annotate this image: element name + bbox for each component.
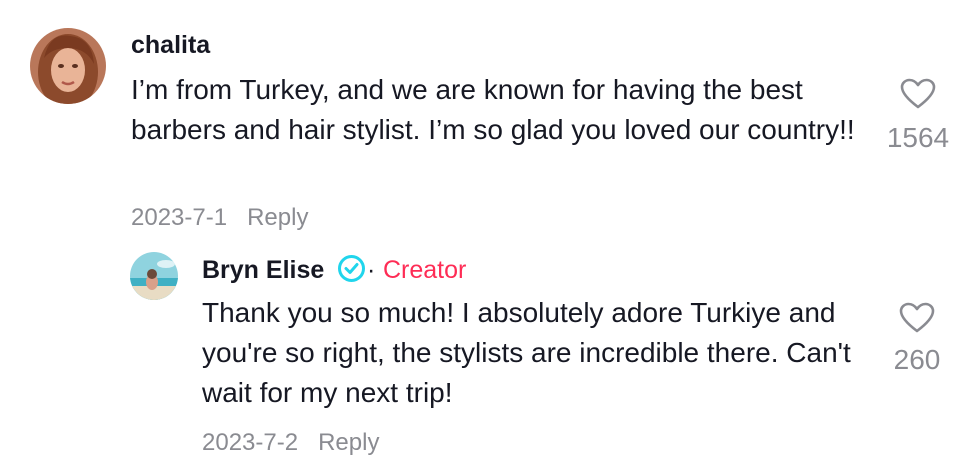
separator-dot: · <box>367 256 376 284</box>
user-avatar[interactable] <box>30 28 106 104</box>
like-count: 1564 <box>886 122 950 153</box>
reply-button[interactable]: Reply <box>247 204 308 231</box>
verified-check-icon <box>338 255 365 282</box>
reply-meta: 2023-7-2 Reply <box>202 429 379 457</box>
comment-username[interactable]: chalita <box>131 31 210 60</box>
reply-text: Thank you so much! I absolutely adore Tu… <box>202 297 851 408</box>
comment-text: I’m from Turkey, and we are known for ha… <box>131 74 855 145</box>
reply-button[interactable]: Reply <box>318 429 379 456</box>
heart-icon <box>899 302 935 333</box>
creator-avatar[interactable] <box>130 252 178 300</box>
comment-date: 2023-7-1 <box>131 204 228 231</box>
like-button[interactable]: 260 <box>877 302 957 376</box>
reply-username[interactable]: Bryn Elise <box>202 256 324 285</box>
comment-meta: 2023-7-1 Reply <box>131 204 308 232</box>
avatar-photo-icon <box>30 28 106 104</box>
reply-date: 2023-7-2 <box>202 429 299 456</box>
like-count: 260 <box>893 344 941 375</box>
like-button[interactable]: 1564 <box>878 78 958 154</box>
comment-thread: chalita I’m from Turkey, and we are know… <box>0 0 980 474</box>
heart-icon <box>900 78 936 109</box>
creator-badge: Creator <box>383 256 467 284</box>
avatar-photo-icon <box>130 252 178 300</box>
